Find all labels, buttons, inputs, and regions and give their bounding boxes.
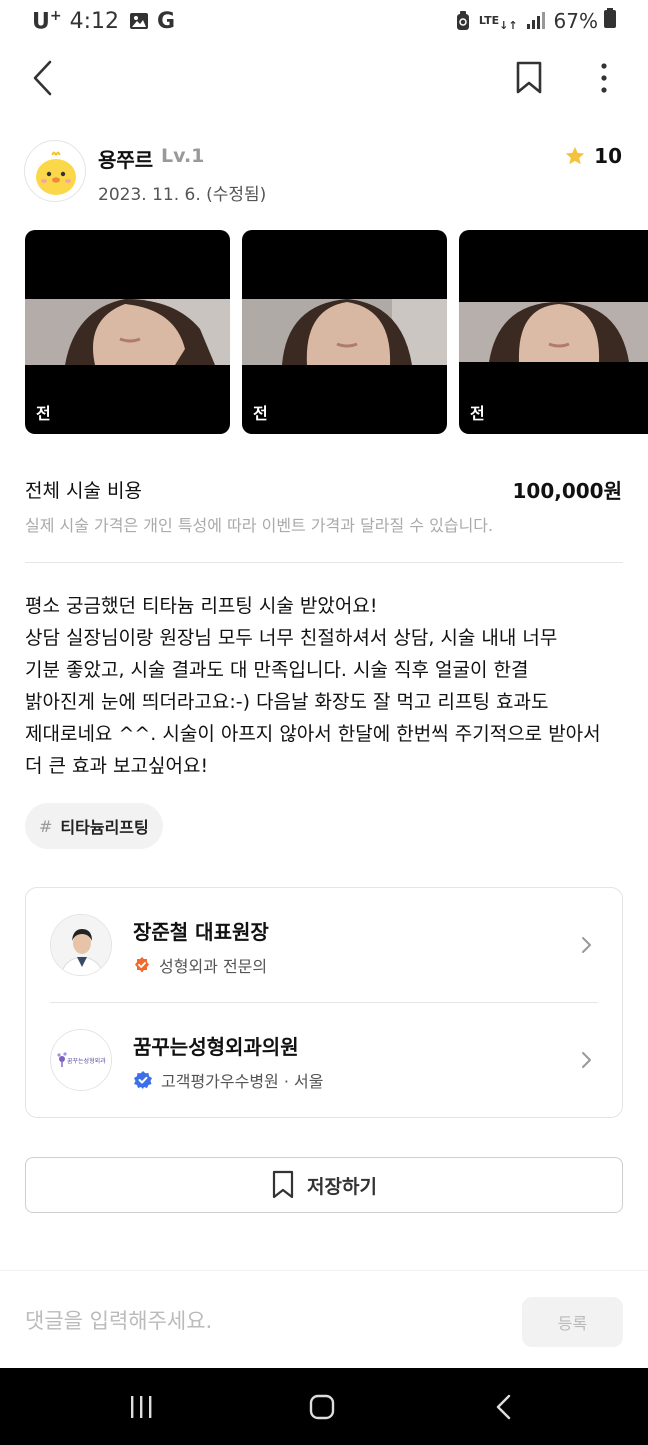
photo-label: 전 (470, 404, 485, 423)
back-button[interactable] (28, 58, 60, 98)
bookmark-icon (272, 1170, 294, 1199)
author-avatar[interactable] (24, 140, 86, 202)
rating-value: 10 (594, 144, 622, 168)
review-text-line: 제대로네요 ^^. 시술이 아프지 않아서 한달에 한번씩 주기적으로 받아서 (25, 723, 601, 745)
doctor-avatar (50, 914, 112, 976)
battery-percent: 67% (553, 8, 598, 33)
status-bar: U+ 4:12 G LTE ↓↑ 67% (0, 0, 648, 44)
submit-comment-button[interactable]: 등록 (522, 1297, 623, 1347)
chevron-right-icon (580, 934, 594, 956)
doctor-specialty: 성형외과 전문의 (133, 953, 267, 977)
review-header: 용쭈르 Lv.1 2023. 11. 6. (수정됨) 10 (24, 140, 624, 205)
review-text-line: 밝아진게 눈에 띄더라고요:-) 다음날 화장도 잘 먹고 리프팅 효과도 (25, 691, 549, 713)
doctor-row[interactable]: 장준철 대표원장 성형외과 전문의 (26, 888, 622, 1003)
review-date: 2023. 11. 6. (수정됨) (98, 185, 267, 205)
app-bar (0, 50, 648, 106)
recent-apps-button[interactable] (128, 1394, 154, 1420)
hash-symbol: # (39, 816, 53, 836)
verified-badge-icon (134, 1071, 152, 1089)
save-button-label: 저장하기 (307, 1175, 377, 1198)
hashtag-chip[interactable]: # 티타늄리프팅 (25, 803, 163, 849)
review-text-line: 더 큰 효과 보고싶어요! (25, 755, 209, 777)
recycle-icon (455, 10, 471, 31)
review-text-line: 기분 좋았고, 시술 결과도 대 만족입니다. 시술 직후 얼굴이 한결 (25, 659, 529, 681)
review-photo[interactable]: 전 (242, 230, 447, 434)
status-time: 4:12 (69, 8, 120, 34)
status-right: LTE ↓↑ 67% (455, 8, 616, 33)
chick-avatar-icon (36, 151, 76, 195)
divider (25, 562, 623, 563)
back-arrow-icon (496, 1394, 511, 1420)
doctor-specialty-label: 성형외과 전문의 (159, 957, 268, 976)
network-type-icon: LTE ↓↑ (478, 13, 518, 32)
author-name[interactable]: 용쭈르 (98, 144, 153, 173)
review-body: 평소 궁금했던 티타늄 리프팅 시술 받았어요! 상담 실장님이랑 원장님 모두… (25, 590, 625, 782)
face-photo-image (25, 299, 230, 365)
comment-input[interactable] (25, 1301, 495, 1341)
photo-label: 전 (253, 404, 268, 423)
cost-value: 100,000원 (512, 479, 623, 503)
status-left: U+ 4:12 G (32, 8, 183, 34)
recent-apps-icon (131, 1396, 152, 1418)
face-photo-image (242, 299, 447, 365)
gallery-notification-icon (129, 12, 149, 30)
back-arrow-icon (33, 60, 52, 96)
home-icon (309, 1394, 335, 1420)
specialist-badge-icon (135, 957, 149, 973)
doctor-name: 장준철 대표원장 (133, 920, 269, 944)
provider-card: 장준철 대표원장 성형외과 전문의 꿈꾸는성형외과 꿈꾸는성형외과의원 고객평가… (25, 887, 623, 1118)
hospital-logo-text: 꿈꾸는성형외과 (67, 1058, 106, 1065)
comment-bar: 등록 (0, 1270, 648, 1368)
review-photo[interactable]: 전 (25, 230, 230, 434)
chevron-right-icon (580, 1049, 594, 1071)
hospital-badge: 고객평가우수병원 · 서울 (133, 1068, 323, 1092)
hospital-row[interactable]: 꿈꾸는성형외과 꿈꾸는성형외과의원 고객평가우수병원 · 서울 (26, 1003, 622, 1118)
face-photo-image (459, 302, 648, 362)
photo-carousel[interactable]: 전 전 전 (0, 230, 648, 434)
review-photo[interactable]: 전 (459, 230, 648, 434)
hospital-badge-label: 고객평가우수병원 · 서울 (161, 1072, 324, 1091)
more-options-button[interactable] (592, 60, 616, 96)
battery-icon (604, 8, 616, 33)
author-level: Lv.1 (161, 145, 205, 167)
cost-label: 전체 시술 비용 (25, 480, 142, 502)
cost-disclaimer: 실제 시술 가격은 개인 특성에 따라 이벤트 가격과 달라질 수 있습니다. (25, 516, 494, 535)
system-back-button[interactable] (494, 1394, 514, 1420)
review-text-line: 평소 궁금했던 티타늄 리프팅 시술 받았어요! (25, 595, 378, 617)
home-button[interactable] (309, 1394, 337, 1420)
save-button[interactable]: 저장하기 (25, 1157, 623, 1213)
bookmark-button[interactable] (514, 60, 544, 96)
hospital-logo: 꿈꾸는성형외과 (50, 1029, 112, 1091)
carrier-label: U+ (32, 8, 62, 35)
photo-label: 전 (36, 404, 51, 423)
signal-icon (526, 11, 546, 30)
more-vertical-icon (601, 63, 607, 93)
hashtag-label: 티타늄리프팅 (60, 818, 149, 837)
bookmark-icon (516, 61, 542, 94)
hospital-name: 꿈꾸는성형외과의원 (133, 1035, 299, 1059)
google-notification-icon: G (157, 8, 176, 34)
rating: 10 (564, 144, 622, 168)
review-text-line: 상담 실장님이랑 원장님 모두 너무 친절하셔서 상담, 시술 내내 너무 (25, 627, 558, 649)
system-navigation-bar (0, 1368, 648, 1445)
star-icon (565, 146, 585, 165)
